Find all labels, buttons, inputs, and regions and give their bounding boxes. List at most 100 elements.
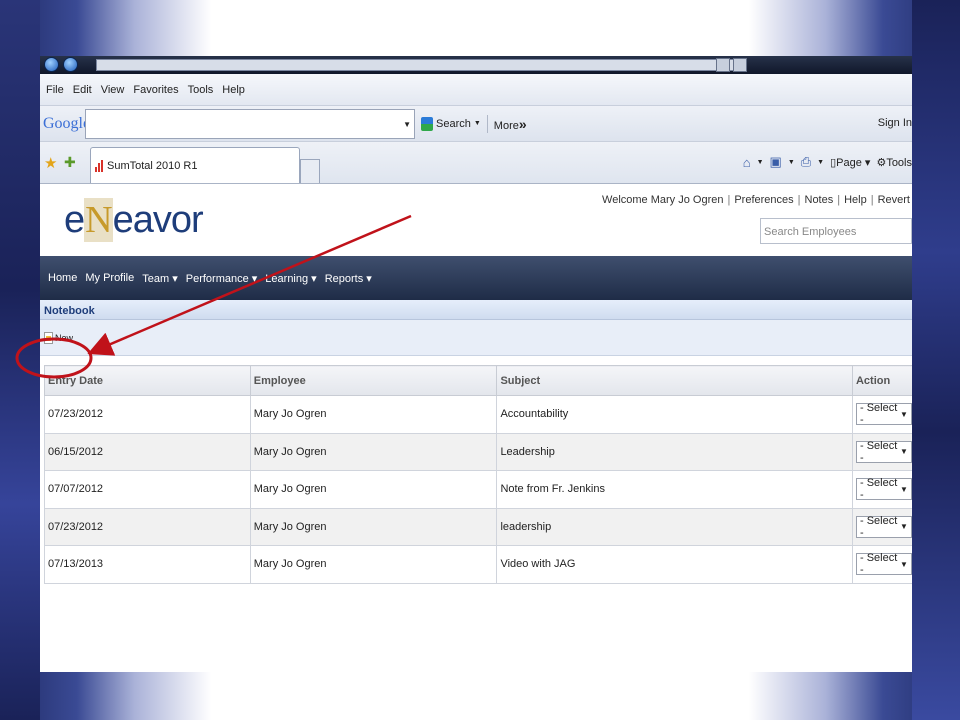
back-button[interactable] — [44, 57, 59, 72]
menu-tools[interactable]: Tools — [188, 84, 214, 96]
sumtotal-icon — [95, 159, 103, 172]
page-menu-label: Page — [836, 156, 862, 169]
double-chevron-icon: » — [518, 115, 527, 132]
action-select[interactable]: - Select - ▼ — [855, 477, 912, 502]
address-bar[interactable] — [96, 59, 736, 71]
menu-file[interactable]: File — [46, 84, 64, 96]
cell-subject[interactable]: Leadership — [496, 432, 853, 471]
cell-action: - Select - ▼ — [851, 470, 912, 509]
cell-action: - Select - ▼ — [851, 395, 912, 434]
google-search-input[interactable]: ▼ — [85, 108, 415, 139]
table-row: 07/13/2013 Mary Jo Ogren Video with JAG … — [44, 545, 912, 584]
nav-performance[interactable]: Performance ▾ — [186, 272, 258, 285]
cell-employee: Mary Jo Ogren — [249, 395, 498, 434]
chevron-down-icon: ▼ — [900, 409, 908, 419]
nav-home[interactable]: Home — [48, 272, 77, 284]
logo-prefix: e — [64, 199, 85, 241]
table-row: 07/07/2012 Mary Jo Ogren Note from Fr. J… — [44, 470, 912, 509]
nav-my-profile[interactable]: My Profile — [85, 272, 134, 284]
favorites-tab-bar: ★ ✚ SumTotal 2010 R1 ⌂ ▼ ▣ ▼ ⎙ ▼ ▯Page ▾… — [40, 142, 912, 184]
slide-border-left — [0, 0, 40, 720]
action-select-value: - Select - — [859, 439, 898, 464]
menu-bar: File Edit View Favorites Tools Help — [40, 74, 912, 106]
stop-button[interactable] — [733, 58, 747, 72]
cell-subject[interactable]: Video with JAG — [496, 545, 853, 584]
tab-sumtotal[interactable]: SumTotal 2010 R1 — [90, 147, 300, 183]
search-employees-input[interactable]: Search Employees — [760, 218, 912, 244]
add-favorite-icon[interactable]: ✚ — [64, 154, 76, 171]
google-logo: Google — [43, 114, 91, 132]
google-more-label: More — [493, 119, 519, 132]
table-row: 07/23/2012 Mary Jo Ogren Accountability … — [44, 395, 912, 434]
google-search-button[interactable]: Search ▼ — [421, 116, 481, 131]
gear-icon: ⚙ — [876, 156, 887, 169]
chevron-down-icon[interactable]: ▼ — [403, 120, 411, 129]
google-more-button[interactable]: More» — [494, 116, 527, 132]
header-links: Welcome Mary Jo Ogren | Preferences | Notes |… — [602, 194, 910, 206]
tools-menu[interactable]: ⚙Tools — [876, 156, 912, 169]
new-document-icon — [44, 331, 53, 344]
app-header: eNeavor Welcome Mary Jo Ogren | Preference… — [40, 184, 912, 256]
chevron-down-icon: ▼ — [900, 447, 908, 457]
logo-suffix: eavor — [112, 199, 204, 241]
rss-feed-icon[interactable]: ▣ — [770, 154, 782, 170]
browser-titlebar — [40, 56, 912, 74]
chevron-down-icon[interactable]: ▼ — [757, 159, 764, 166]
new-note-button[interactable]: New — [44, 331, 74, 344]
chevron-down-icon: ▼ — [900, 522, 908, 532]
refresh-button[interactable] — [716, 58, 730, 72]
nav-learning[interactable]: Learning ▾ — [265, 272, 316, 285]
menu-edit[interactable]: Edit — [73, 84, 92, 96]
menu-favorites[interactable]: Favorites — [133, 84, 178, 96]
tools-menu-label: Tools — [886, 156, 912, 169]
cell-entry-date: 07/23/2012 — [44, 395, 251, 434]
action-select[interactable]: - Select - ▼ — [855, 552, 912, 577]
favorites-star-icon[interactable]: ★ — [44, 154, 57, 172]
link-revert[interactable]: Revert — [878, 194, 910, 206]
table-row: 06/15/2012 Mary Jo Ogren Leadership - Se… — [44, 432, 912, 471]
action-select[interactable]: - Select - ▼ — [855, 439, 912, 464]
cell-employee: Mary Jo Ogren — [249, 545, 498, 584]
table-header-row: Entry Date Employee Subject Action — [44, 365, 912, 396]
nav-team[interactable]: Team ▾ — [142, 272, 177, 285]
cell-action: - Select - ▼ — [851, 432, 912, 471]
google-search-label: Search — [436, 117, 471, 130]
action-select[interactable]: - Select - ▼ — [855, 515, 912, 539]
menu-help[interactable]: Help — [222, 84, 245, 96]
link-preferences[interactable]: Preferences — [734, 194, 793, 206]
endeavor-logo[interactable]: eNeavor — [64, 198, 204, 242]
cell-employee: Mary Jo Ogren — [249, 470, 498, 509]
cell-subject[interactable]: Note from Fr. Jenkins — [496, 470, 853, 509]
print-icon[interactable]: ⎙ — [801, 154, 811, 170]
cell-entry-date: 06/15/2012 — [44, 432, 251, 471]
google-sign-in[interactable]: Sign In — [878, 117, 912, 129]
link-notes[interactable]: Notes — [805, 194, 834, 206]
page-title: Notebook — [40, 300, 912, 320]
chevron-down-icon[interactable]: ▼ — [788, 159, 795, 166]
table-row: 07/23/2012 Mary Jo Ogren leadership - Se… — [44, 507, 912, 546]
notebook-table: Entry Date Employee Subject Action 07/23… — [44, 365, 912, 584]
column-subject[interactable]: Subject — [496, 365, 853, 396]
chevron-down-icon[interactable]: ▼ — [817, 159, 824, 166]
column-employee[interactable]: Employee — [249, 365, 498, 396]
new-tab-button[interactable] — [300, 159, 320, 183]
action-select-value: - Select - — [859, 477, 898, 502]
home-icon[interactable]: ⌂ — [743, 155, 751, 170]
menu-view[interactable]: View — [101, 84, 125, 96]
action-select[interactable]: - Select - ▼ — [855, 402, 912, 426]
cell-employee: Mary Jo Ogren — [249, 507, 498, 546]
page-menu[interactable]: ▯Page ▾ — [830, 156, 870, 169]
cell-subject[interactable]: leadership — [496, 507, 853, 546]
column-action: Action — [851, 365, 912, 396]
action-select-value: - Select - — [859, 552, 898, 577]
new-note-label: New — [55, 332, 74, 343]
nav-reports[interactable]: Reports ▾ — [325, 272, 372, 285]
tab-title: SumTotal 2010 R1 — [107, 159, 198, 172]
column-entry-date[interactable]: Entry Date — [44, 365, 251, 396]
forward-button[interactable] — [63, 57, 78, 72]
link-help[interactable]: Help — [844, 194, 867, 206]
cell-entry-date: 07/13/2013 — [44, 545, 251, 584]
welcome-text: Welcome Mary Jo Ogren — [602, 194, 724, 206]
main-nav: Home My Profile Team ▾ Performance ▾ Lea… — [40, 256, 912, 300]
cell-subject[interactable]: Accountability — [496, 395, 853, 434]
